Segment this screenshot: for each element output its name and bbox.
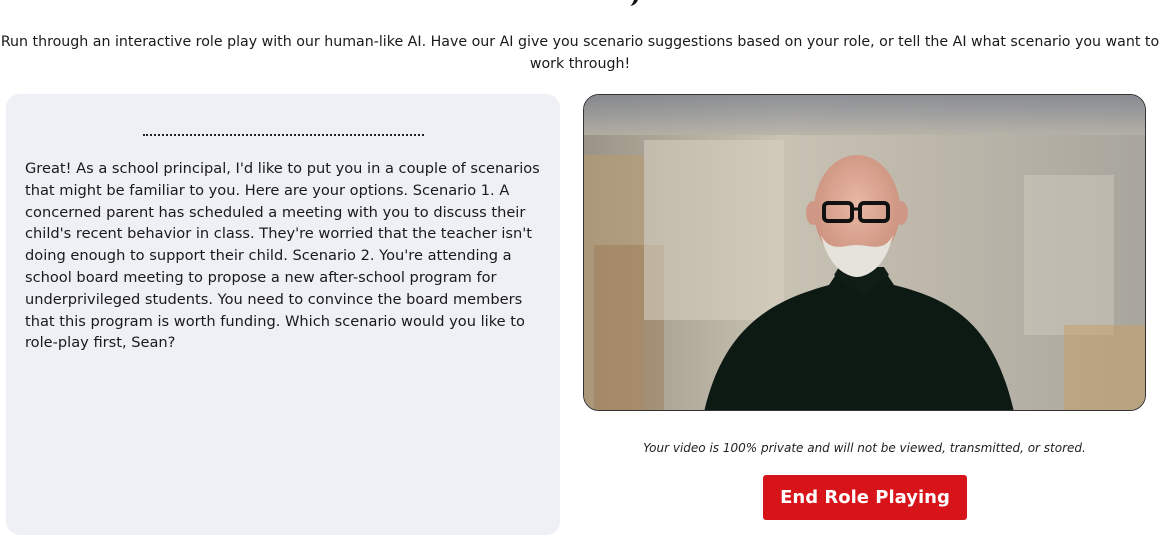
ai-message: Great! As a school principal, I'd like t…: [25, 160, 540, 352]
page-title-fragment: [617, 0, 641, 6]
intro-text: Run through an interactive role play wit…: [0, 34, 1160, 72]
privacy-note: Your video is 100% private and will not …: [643, 441, 1086, 455]
ai-chat-panel: Great! As a school principal, I'd like t…: [6, 94, 560, 535]
end-role-playing-button[interactable]: End Role Playing: [763, 475, 967, 520]
webcam-video: [583, 94, 1146, 411]
role-play-page: Run through an interactive role play wit…: [0, 0, 1160, 539]
webcam-feed-image: [584, 95, 1145, 410]
speaker-divider: [143, 134, 424, 136]
